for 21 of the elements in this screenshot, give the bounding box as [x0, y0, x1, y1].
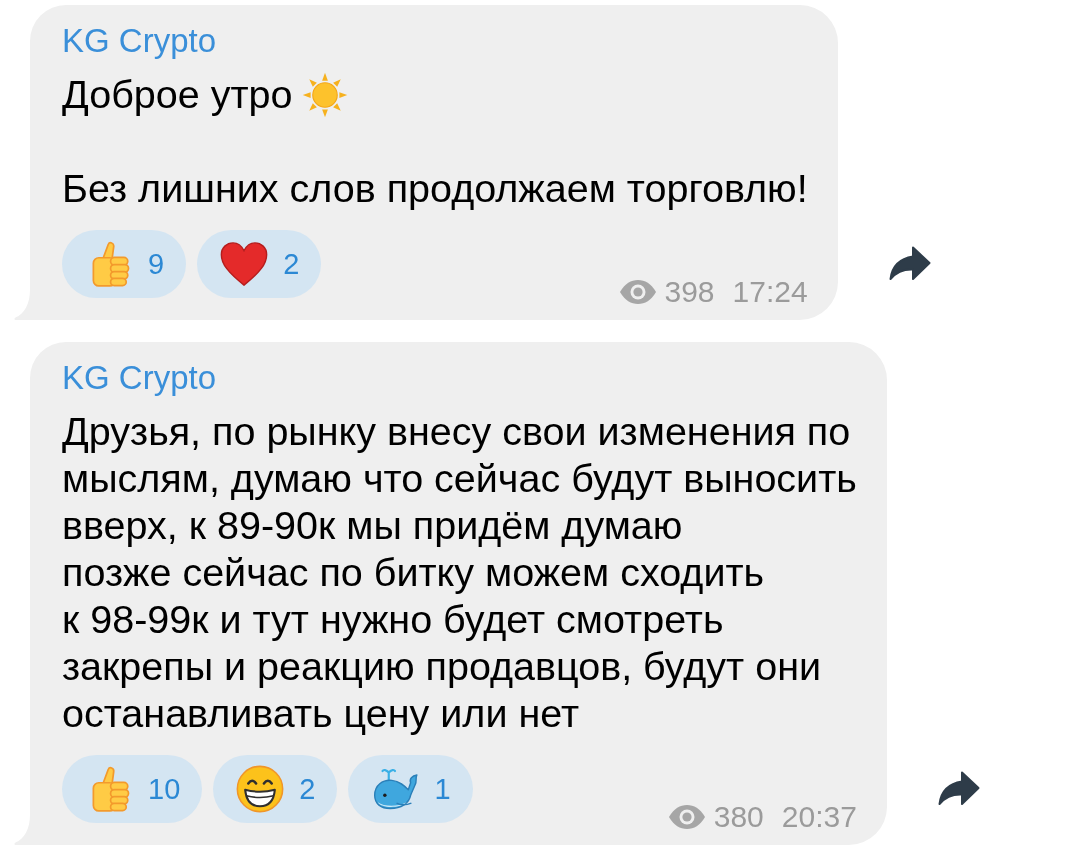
heart-icon [219, 239, 270, 289]
message-text: Доброе утро [62, 71, 293, 118]
share-icon[interactable] [937, 771, 980, 806]
message-time: 20:37 [781, 799, 857, 835]
reaction-button[interactable]: 2 [213, 755, 338, 823]
channel-name: KG Crypto [62, 359, 217, 396]
message-text: Без лишних слов продолжаем торговлю! [62, 165, 808, 212]
eye-icon [618, 279, 657, 305]
sun-icon [302, 71, 349, 118]
grinning-face-icon [235, 764, 286, 814]
share-icon[interactable] [888, 246, 931, 281]
message-text: Друзья, по рынку внесу свои изменения по мыслям, думаю что сейчас будут выносить вверх, к 89-90к мы придём думаю позже сейчас по битку можем сходить к 98-99к и тут нужно будет смотреть закрепы и реакцию продавцов, будут они останавливать цену или нет [62, 408, 857, 737]
reaction-button[interactable]: 10 [62, 755, 203, 823]
eye-icon [667, 804, 706, 830]
channel-name: KG Crypto [62, 22, 217, 59]
reaction-button[interactable]: 1 [348, 755, 473, 823]
message-time: 17:24 [732, 274, 808, 310]
reaction-button[interactable]: 9 [62, 230, 187, 298]
view-count: 398 [664, 274, 715, 310]
view-count: 380 [713, 799, 764, 835]
reaction-button[interactable]: 2 [197, 230, 322, 298]
